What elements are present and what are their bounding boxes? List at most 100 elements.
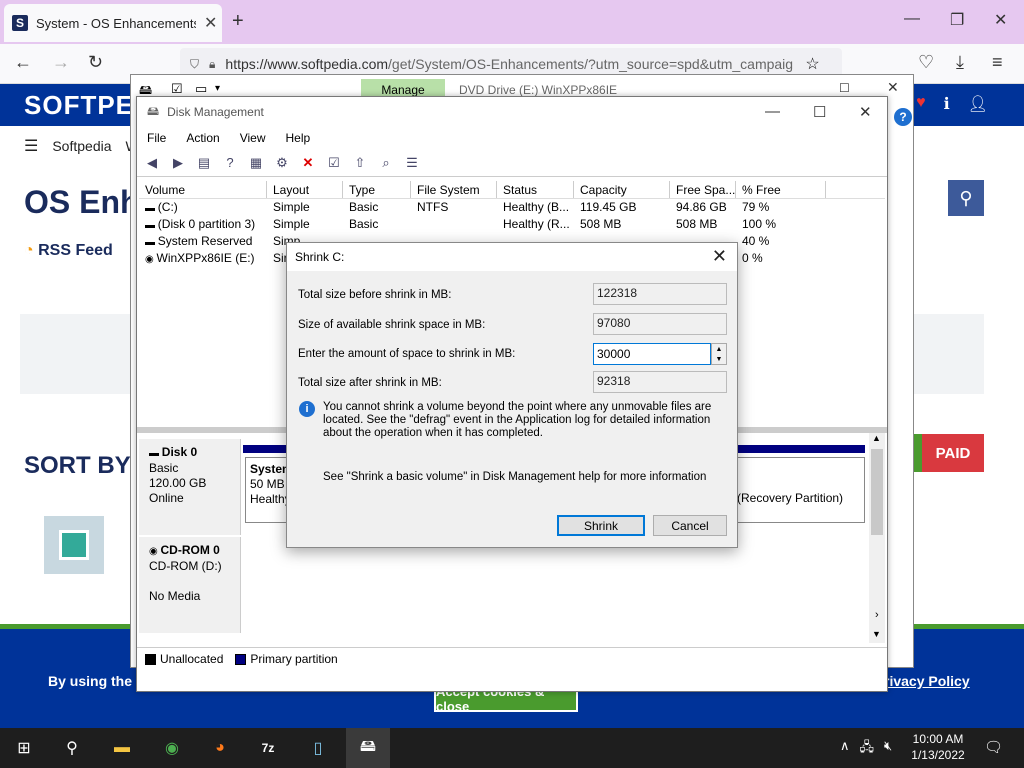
close-icon[interactable]: ✕ xyxy=(859,103,872,121)
menu-view[interactable]: View xyxy=(240,131,266,145)
shrink-amount-stepper[interactable]: ▲ ▼ xyxy=(711,343,727,365)
forward-icon[interactable]: ▶ xyxy=(169,154,187,172)
check-icon[interactable]: ☑ xyxy=(325,154,343,172)
notifications-icon[interactable]: 🗨︎ xyxy=(984,738,1003,756)
cell-volume: ▬ System Reserved xyxy=(139,233,267,250)
disk-management-taskbar-icon[interactable]: 🖴︎ xyxy=(356,736,380,760)
scroll-down-icon[interactable]: ▼ xyxy=(872,629,881,639)
properties-icon[interactable]: ☑ xyxy=(171,81,183,97)
forward-icon[interactable]: → xyxy=(52,52,70,73)
dialog-close-icon[interactable]: ✕ xyxy=(712,246,727,267)
chrome-icon[interactable]: ◉ xyxy=(160,736,184,760)
page-icon[interactable]: ▭ xyxy=(195,81,207,97)
info-icon[interactable]: ℹ xyxy=(944,94,950,114)
menu-file[interactable]: File xyxy=(147,131,166,145)
col-status[interactable]: Status xyxy=(497,181,574,198)
windows-start-icon[interactable]: ⊞ xyxy=(12,736,36,760)
disk0-label[interactable]: ▬ Disk 0 Basic 120.00 GB Online xyxy=(139,439,241,535)
minimize-icon[interactable]: — xyxy=(904,10,920,28)
dropdown-icon[interactable]: ▾ xyxy=(215,83,220,94)
user-icon[interactable]: 👤︎ xyxy=(968,94,988,114)
table-row[interactable]: ▬ (C:) Simple Basic NTFS Healthy (B... 1… xyxy=(139,199,885,216)
close-icon[interactable]: ✕ xyxy=(887,79,899,96)
connect-icon[interactable]: ⚙ xyxy=(273,154,291,172)
details-icon[interactable]: ▦ xyxy=(247,154,265,172)
tab-close-icon[interactable]: ✕ xyxy=(204,13,217,33)
heart-icon[interactable]: ♥ xyxy=(916,94,926,114)
menu-help[interactable]: Help xyxy=(286,131,311,145)
spin-down-icon[interactable]: ▼ xyxy=(716,356,723,363)
scroll-right-icon[interactable]: › xyxy=(875,609,879,621)
network-icon[interactable]: 🖧︎ xyxy=(860,738,875,760)
7zip-icon[interactable]: 7z xyxy=(256,736,280,760)
url-path: /get/System/OS-Enhancements/?utm_source=… xyxy=(388,56,794,72)
bookmark-star-icon[interactable]: ☆ xyxy=(805,54,819,74)
search-button[interactable]: ⚲ xyxy=(948,180,984,216)
rss-icon: ◔ xyxy=(24,242,34,259)
col-percent-free[interactable]: % Free xyxy=(736,181,826,198)
shield-icon[interactable]: ⛉ xyxy=(190,57,199,72)
privacy-policy-link[interactable]: rivacy Policy xyxy=(884,673,970,689)
restore-icon[interactable]: ☐ xyxy=(839,81,850,95)
close-icon[interactable]: ✕ xyxy=(994,10,1007,30)
list-icon[interactable]: ☰ xyxy=(403,154,421,172)
cell-pct: 100 % xyxy=(742,217,777,231)
firefox-icon[interactable]: ◕ xyxy=(208,736,232,760)
clock[interactable]: 10:00 AM 1/13/2022 xyxy=(906,731,970,763)
cell-fs xyxy=(411,216,497,233)
cdrom0-label[interactable]: ◉ CD-ROM 0 CD-ROM (D:) No Media xyxy=(139,537,241,633)
cell-pct: 0 % xyxy=(742,251,763,265)
shrink-button[interactable]: Shrink xyxy=(557,515,645,536)
delete-icon[interactable]: ✕ xyxy=(299,154,317,172)
scroll-up-icon[interactable]: ▲ xyxy=(872,433,881,443)
col-volume[interactable]: Volume xyxy=(139,181,267,198)
minimize-icon[interactable]: — xyxy=(765,103,780,120)
search-folder-icon[interactable]: ⌕ xyxy=(377,154,395,172)
up-folder-icon[interactable]: ⇧ xyxy=(351,154,369,172)
volume-muted-icon[interactable]: 🔇︎ xyxy=(884,738,892,760)
toolbar: ◀ ▶ ▤ ? ▦ ⚙ ✕ ☑ ⇧ ⌕ ☰ xyxy=(137,149,887,177)
back-icon[interactable]: ◀ xyxy=(143,154,161,172)
paid-filter-button[interactable]: PAID xyxy=(922,434,984,472)
help-icon[interactable]: ? xyxy=(894,108,912,126)
search-icon[interactable]: ⚲ xyxy=(60,736,84,760)
system-reserved-partition[interactable]: System 50 MB Healthy xyxy=(245,457,291,523)
downloads-icon[interactable]: ⤓ xyxy=(956,52,964,73)
restore-icon[interactable]: ❐ xyxy=(950,10,964,30)
browser-tab[interactable]: S System - OS Enhancements Do ✕ xyxy=(4,4,222,42)
back-icon[interactable]: ← xyxy=(14,52,32,73)
cancel-button[interactable]: Cancel xyxy=(653,515,727,536)
col-type[interactable]: Type xyxy=(343,181,411,198)
url-text[interactable]: https://www.softpedia.com/get/System/OS-… xyxy=(225,56,795,72)
hamburger-icon[interactable]: ☰ xyxy=(24,136,38,156)
col-free-space[interactable]: Free Spa... xyxy=(670,181,736,198)
table-row[interactable]: ▬ (Disk 0 partition 3) Simple Basic Heal… xyxy=(139,216,885,233)
spin-up-icon[interactable]: ▲ xyxy=(716,346,723,353)
show-hide-tree-icon[interactable]: ▤ xyxy=(195,154,213,172)
breadcrumb-home[interactable]: Softpedia xyxy=(52,138,111,154)
softpedia-logo[interactable]: SOFTPE xyxy=(24,90,134,121)
rss-feed-link[interactable]: ◔ RSS Feed xyxy=(24,242,113,260)
help-text: See "Shrink a basic volume" in Disk Mana… xyxy=(323,471,707,483)
notepad-icon[interactable]: ▯ xyxy=(306,736,330,760)
scrollbar-thumb[interactable] xyxy=(871,449,883,535)
file-explorer-icon[interactable]: ▬ xyxy=(110,736,134,760)
new-tab-button[interactable]: + xyxy=(232,10,244,33)
menu-icon[interactable]: ≡ xyxy=(992,52,1003,73)
lock-icon[interactable]: 🔒︎ xyxy=(209,57,215,72)
col-layout[interactable]: Layout xyxy=(267,181,343,198)
tray-chevron-icon[interactable]: ∧ xyxy=(840,738,850,760)
shrink-amount-input[interactable]: 30000 xyxy=(593,343,711,365)
pocket-icon[interactable]: ♡ xyxy=(918,52,934,73)
recovery-partition[interactable] xyxy=(733,457,865,523)
reload-icon[interactable]: ↻ xyxy=(88,52,103,73)
drive-icon: ▬ xyxy=(145,203,158,214)
menu-action[interactable]: Action xyxy=(186,131,219,145)
app-thumbnail[interactable] xyxy=(44,516,104,574)
help-icon[interactable]: ? xyxy=(221,154,239,172)
col-filesystem[interactable]: File System xyxy=(411,181,497,198)
sort-by-heading: SORT BY: xyxy=(24,452,137,479)
dialog-title-bar: Shrink C: xyxy=(287,243,737,271)
maximize-icon[interactable]: ☐ xyxy=(813,103,826,121)
col-capacity[interactable]: Capacity xyxy=(574,181,670,198)
